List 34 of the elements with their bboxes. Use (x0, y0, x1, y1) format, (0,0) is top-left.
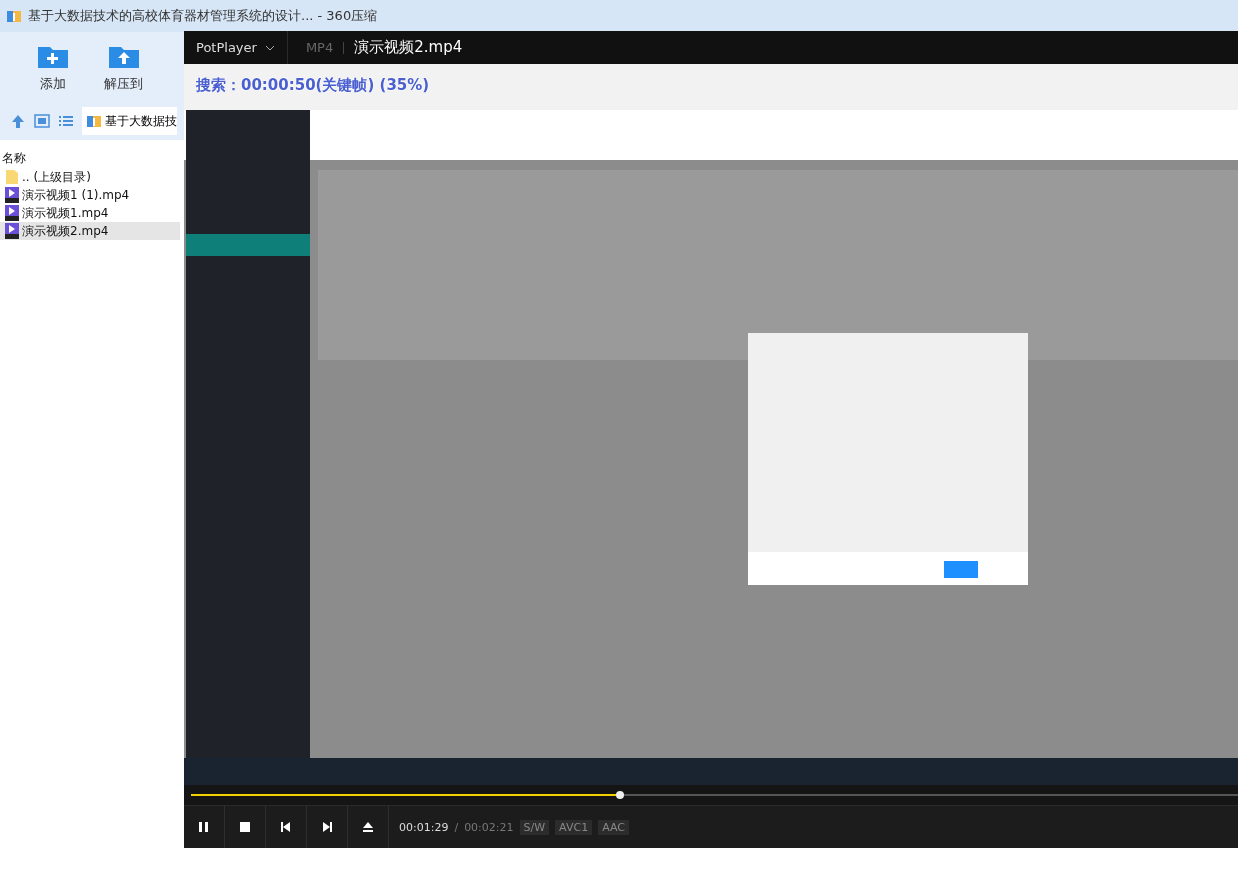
format-label: MP4 (295, 41, 345, 54)
address-field[interactable]: 基于大数据技 (82, 107, 177, 135)
next-icon (321, 821, 333, 833)
list-view-icon[interactable] (58, 113, 74, 129)
file-row[interactable]: 演示视频2.mp4 (0, 222, 180, 240)
video-file-icon (4, 205, 20, 221)
stop-icon (239, 821, 251, 833)
codec-tag: AVC1 (555, 819, 593, 835)
file-row[interactable]: 演示视频1 (1).mp4 (0, 186, 180, 204)
up-arrow-icon[interactable] (10, 113, 26, 129)
time-separator: / (454, 820, 459, 834)
codec-tag: AAC (598, 819, 629, 835)
file-row[interactable]: .. (上级目录) (0, 168, 180, 186)
pause-icon (198, 821, 210, 833)
video-file-icon (4, 187, 20, 203)
file-row[interactable]: 演示视频1.mp4 (0, 204, 180, 222)
archive-icon (86, 113, 102, 129)
video-file-icon (4, 223, 20, 239)
codec-tag: S/W (519, 819, 550, 835)
eject-icon (362, 821, 374, 833)
total-time: 00:02:21 (464, 820, 514, 834)
folder-icon (4, 169, 20, 185)
archive-icon (6, 8, 22, 24)
previous-icon (280, 821, 292, 833)
window-title: 基于大数据技术的高校体育器材管理系统的设计... - 360压缩 (28, 7, 378, 25)
address-text: 基于大数据技 (105, 112, 177, 130)
toolbar-button[interactable]: 解压到 (100, 37, 147, 97)
column-header[interactable]: 名称 (0, 150, 178, 168)
file-title: 演示视频2.mp4 (354, 38, 463, 57)
panel-view-icon[interactable] (34, 113, 50, 129)
toolbar-button[interactable]: 添加 (32, 37, 74, 97)
chevron-down-icon (264, 44, 275, 51)
current-time: 00:01:29 (399, 820, 449, 834)
osd-text: 搜索：00:00:50(关键帧) (35%) (196, 76, 430, 94)
